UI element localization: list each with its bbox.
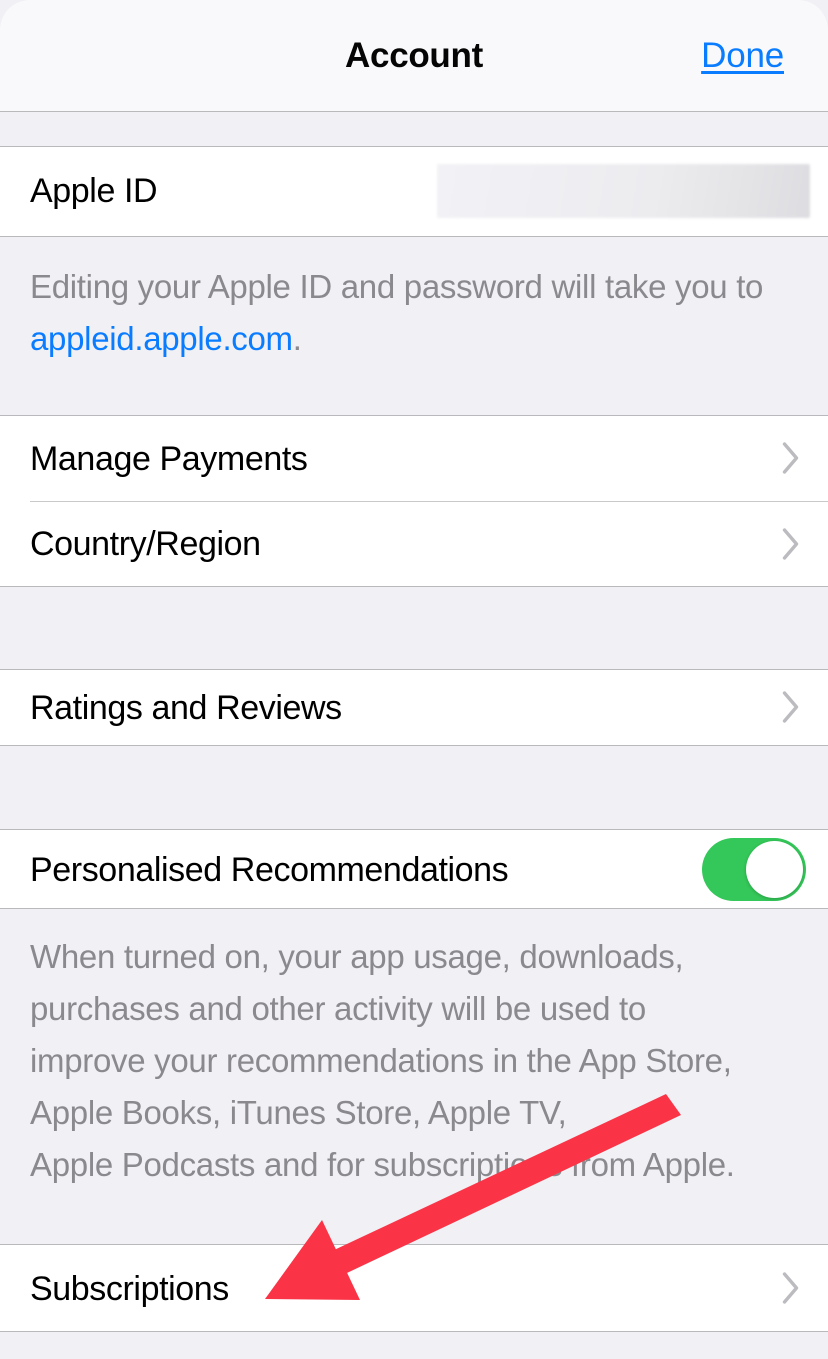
footer-line: When turned on, your app usage, download… (30, 938, 684, 975)
footer-line: purchases and other activity will be use… (30, 990, 646, 1027)
row-subscriptions[interactable]: Subscriptions (0, 1245, 828, 1331)
row-country-region[interactable]: Country/Region (0, 502, 828, 586)
personalised-footer-text: When turned on, your app usage, download… (30, 931, 820, 1191)
row-manage-payments[interactable]: Manage Payments (0, 416, 828, 501)
subscriptions-section: Subscriptions (0, 1244, 828, 1332)
apple-id-value-redacted[interactable] (437, 164, 810, 218)
appleid-apple-com-link[interactable]: appleid.apple.com (30, 320, 293, 357)
footer-text-before-link: Editing your Apple ID and password will … (30, 268, 764, 305)
apple-id-footer-text: Editing your Apple ID and password will … (30, 261, 800, 365)
personalised-footer-area: When turned on, your app usage, download… (0, 909, 828, 1244)
account-settings-section: Manage Payments Country/Region (0, 415, 828, 587)
account-settings-screen: Account Done Apple ID Editing your Apple… (0, 0, 828, 1359)
section-gap-bottom (0, 1332, 828, 1359)
row-apple-id[interactable]: Apple ID (0, 146, 828, 236)
footer-line: Apple Books, iTunes Store, Apple TV, (30, 1094, 567, 1131)
chevron-right-icon (782, 442, 800, 474)
footer-line: improve your recommendations in the App … (30, 1042, 732, 1079)
apple-id-footer-area: Editing your Apple ID and password will … (0, 237, 828, 415)
chevron-right-icon (782, 1272, 800, 1304)
row-label-personalised-recommendations: Personalised Recommendations (30, 851, 509, 889)
row-label-manage-payments: Manage Payments (30, 440, 308, 478)
row-label-ratings-and-reviews: Ratings and Reviews (30, 689, 342, 727)
row-ratings-and-reviews[interactable]: Ratings and Reviews (0, 670, 828, 745)
section-gap-top (0, 112, 828, 146)
row-label-subscriptions: Subscriptions (30, 1270, 229, 1308)
section-gap (0, 587, 828, 669)
chevron-right-icon (782, 528, 800, 560)
footer-line: Apple Podcasts and for subscriptions fro… (30, 1146, 735, 1183)
personalised-recommendations-section: Personalised Recommendations (0, 829, 828, 909)
navigation-bar: Account Done (0, 0, 828, 112)
row-label-country-region: Country/Region (30, 525, 261, 563)
row-personalised-recommendations[interactable]: Personalised Recommendations (0, 830, 828, 908)
toggle-knob (746, 841, 803, 898)
done-button[interactable]: Done (701, 36, 784, 76)
chevron-right-icon (782, 691, 800, 723)
footer-text-after-link: . (292, 320, 302, 357)
row-label-apple-id: Apple ID (30, 172, 158, 210)
section-gap (0, 746, 828, 829)
personalised-recommendations-toggle[interactable] (702, 838, 806, 901)
apple-id-section: Apple ID (0, 146, 828, 237)
ratings-section: Ratings and Reviews (0, 669, 828, 746)
